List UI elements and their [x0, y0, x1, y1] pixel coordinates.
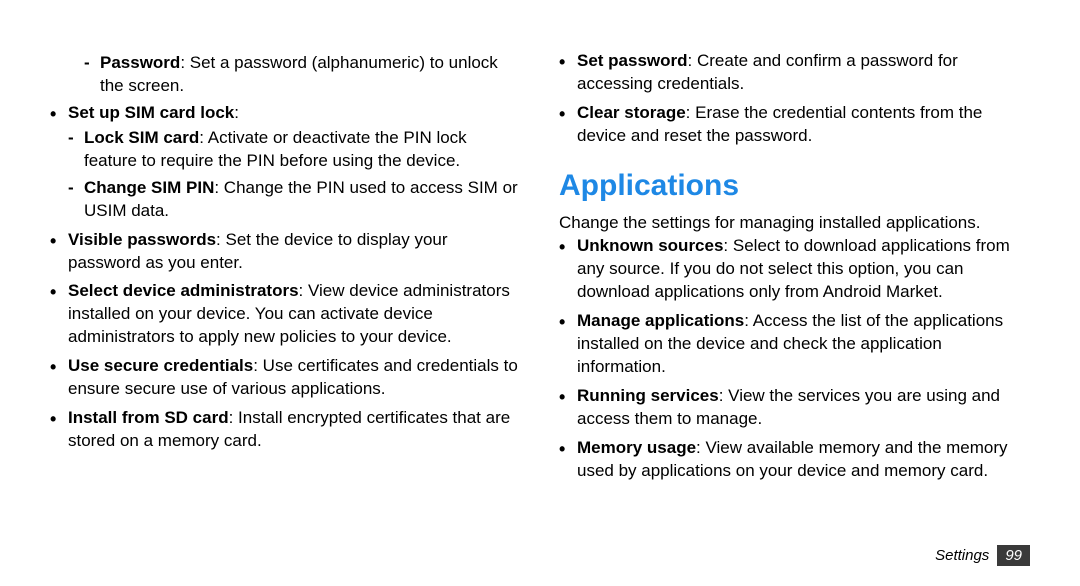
section-title-applications: Applications — [559, 166, 1030, 207]
list-item: Password: Set a password (alphanumeric) … — [84, 52, 521, 98]
list-item: Set password: Create and confirm a passw… — [559, 50, 1030, 96]
item-lead: Password — [100, 53, 180, 72]
list-item: Use secure credentials: Use certificates… — [50, 355, 521, 401]
item-lead: Install from SD card — [68, 408, 229, 427]
page-footer: Settings 99 — [935, 545, 1030, 566]
list-item: Running services: View the services you … — [559, 385, 1030, 431]
list-item: Clear storage: Erase the credential cont… — [559, 102, 1030, 148]
item-lead: Manage applications — [577, 311, 744, 330]
list-item: Set up SIM card lock: Lock SIM card: Act… — [50, 102, 521, 223]
right-column: Set password: Create and confirm a passw… — [559, 50, 1030, 546]
item-lead: Set up SIM card lock — [68, 103, 234, 122]
item-lead: Memory usage — [577, 438, 696, 457]
item-lead: Select device administrators — [68, 281, 299, 300]
footer-page-number: 99 — [997, 545, 1030, 566]
item-lead: Change SIM PIN — [84, 178, 214, 197]
item-lead: Set password — [577, 51, 688, 70]
list-item: Select device administrators: View devic… — [50, 280, 521, 349]
list-item: Install from SD card: Install encrypted … — [50, 407, 521, 453]
list-item: Memory usage: View available memory and … — [559, 437, 1030, 483]
item-lead: Visible passwords — [68, 230, 216, 249]
item-lead: Use secure credentials — [68, 356, 253, 375]
list-item: Lock SIM card: Activate or deactivate th… — [68, 127, 521, 173]
item-lead: Lock SIM card — [84, 128, 199, 147]
list-item: Manage applications: Access the list of … — [559, 310, 1030, 379]
list-item: Visible passwords: Set the device to dis… — [50, 229, 521, 275]
footer-section-label: Settings — [935, 547, 989, 564]
list-item: Unknown sources: Select to download appl… — [559, 235, 1030, 304]
item-rest: : — [234, 103, 239, 122]
manual-page: Password: Set a password (alphanumeric) … — [50, 50, 1030, 546]
list-item: Change SIM PIN: Change the PIN used to a… — [68, 177, 521, 223]
item-lead: Clear storage — [577, 103, 686, 122]
section-intro: Change the settings for managing install… — [559, 212, 1030, 235]
left-column: Password: Set a password (alphanumeric) … — [50, 50, 521, 546]
item-lead: Running services — [577, 386, 719, 405]
item-lead: Unknown sources — [577, 236, 723, 255]
